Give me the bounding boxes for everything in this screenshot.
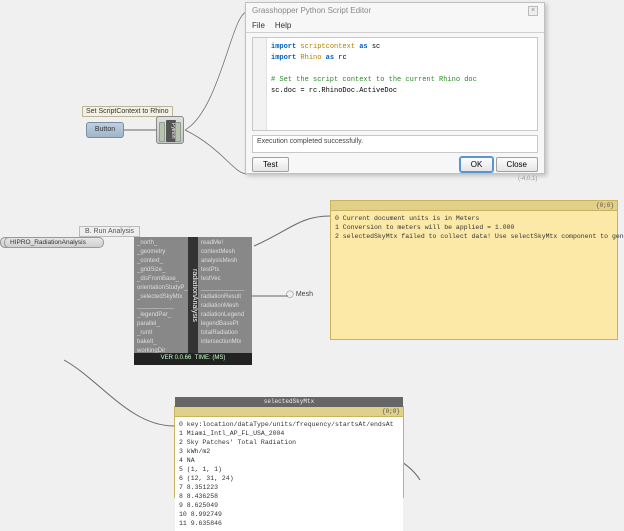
panel-body: 0 key:location/dataType/units/frequency/… (175, 417, 403, 531)
editor-menubar: File Help (246, 19, 544, 33)
panel-body: 0 Current document units is in Meters 1 … (331, 211, 617, 244)
python-editor-window: Grasshopper Python Script Editor × File … (245, 2, 545, 174)
code-gutter (253, 38, 267, 130)
editor-status: Execution completed successfully. (252, 135, 538, 153)
radiation-component[interactable]: _north_ _geometry _context_ _gridSize_ _… (134, 237, 252, 365)
component-footer: VER 0.0.66 TIME: (MS) (134, 353, 252, 365)
panel-coord: {0;0} (596, 202, 614, 209)
editor-title: Grasshopper Python Script Editor (252, 6, 371, 16)
component-outputs: readMe! contextMesh analysisMesh testPts… (198, 237, 252, 353)
python-component[interactable]: Python (156, 116, 184, 144)
mesh-output[interactable]: Mesh (286, 290, 316, 302)
code-text: import scriptcontext as sc import Rhino … (271, 42, 533, 97)
cluster-title: B. Run Analysis (79, 226, 140, 237)
param-project[interactable]: HIPRO_RadiationAnalysis (4, 237, 104, 248)
menu-file[interactable]: File (252, 21, 265, 30)
test-button[interactable]: Test (252, 157, 289, 172)
component-inputs: _north_ _geometry _context_ _gridSize_ _… (134, 237, 188, 353)
python-core-label: Python (166, 120, 176, 142)
component-name: radiationAnalysis (188, 237, 198, 353)
code-editor[interactable]: import scriptcontext as sc import Rhino … (252, 37, 538, 131)
close-icon[interactable]: × (528, 6, 538, 16)
close-button[interactable]: Close (496, 157, 538, 172)
readme-panel[interactable]: {0;0} 0 Current document units is in Met… (330, 200, 618, 340)
panel-title: selectedSkyMtx (175, 397, 403, 407)
canvas-coord: (-4,0,1) (518, 176, 537, 182)
panel-coord: {0;0} (382, 408, 400, 415)
button-component[interactable]: Button (86, 122, 124, 138)
menu-help[interactable]: Help (275, 21, 291, 30)
skymtx-panel[interactable]: selectedSkyMtx {0;0} 0 key:location/data… (174, 406, 404, 498)
ok-button[interactable]: OK (460, 157, 494, 172)
